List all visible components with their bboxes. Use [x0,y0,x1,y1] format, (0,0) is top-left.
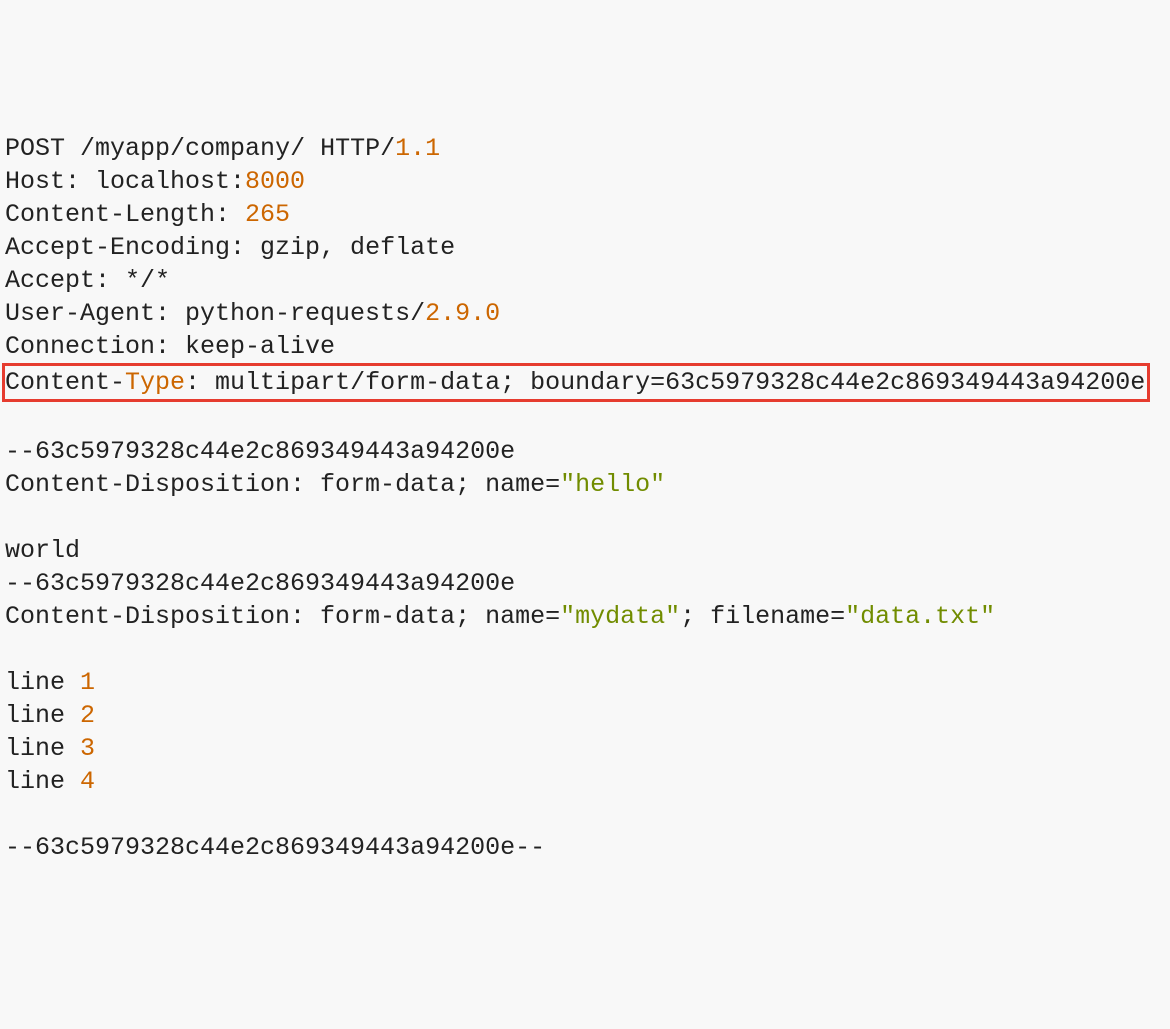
file-line-3: line 3 [5,732,1165,765]
http-request-block: POST /myapp/company/ HTTP/1.1Host: local… [5,132,1165,864]
content-type-prefix: Content- [5,368,125,397]
request-line: POST /myapp/company/ HTTP/1.1 [5,132,1165,165]
line-prefix: line [5,668,80,697]
header-accept-encoding: Accept-Encoding: gzip, deflate [5,231,1165,264]
boundary-1: --63c5979328c44e2c869349443a94200e [5,435,1165,468]
content-type-word: Type [125,368,185,397]
accept-key: Accept: [5,266,125,295]
header-host: Host: localhost:8000 [5,165,1165,198]
file-line-2: line 2 [5,699,1165,732]
blank-line [5,633,1165,666]
cd1-prefix: Content-Disposition: form-data; name= [5,470,560,499]
method: POST [5,134,65,163]
header-accept: Accept: */* [5,264,1165,297]
line-number: 4 [80,767,95,796]
content-length-key: Content-Length: [5,200,245,229]
accept-value: */* [125,266,170,295]
content-disposition-1: Content-Disposition: form-data; name="he… [5,468,1165,501]
user-agent-key: User-Agent: [5,299,185,328]
connection-key: Connection: [5,332,185,361]
cd2-prefix: Content-Disposition: form-data; name= [5,602,560,631]
line-prefix: line [5,701,80,730]
file-line-1: line 1 [5,666,1165,699]
line-prefix: line [5,767,80,796]
user-agent-prefix: python-requests/ [185,299,425,328]
http-label: HTTP/ [320,134,395,163]
http-version: 1.1 [395,134,440,163]
file-line-4: line 4 [5,765,1165,798]
content-disposition-2: Content-Disposition: form-data; name="my… [5,600,1165,633]
content-type-suffix: : multipart/form-data; boundary=63c59793… [185,368,1145,397]
line-number: 1 [80,668,95,697]
line-prefix: line [5,734,80,763]
host-prefix: localhost: [95,167,245,196]
user-agent-version: 2.9.0 [425,299,500,328]
boundary-2: --63c5979328c44e2c869349443a94200e [5,567,1165,600]
accept-encoding-key: Accept-Encoding: [5,233,260,262]
boundary-3: --63c5979328c44e2c869349443a94200e-- [5,831,1165,864]
header-connection: Connection: keep-alive [5,330,1165,363]
host-key: Host: [5,167,95,196]
blank-line [5,402,1165,435]
accept-encoding-value: gzip, deflate [260,233,455,262]
line-number: 3 [80,734,95,763]
header-user-agent: User-Agent: python-requests/2.9.0 [5,297,1165,330]
cd2-filename: "data.txt" [845,602,995,631]
header-content-type-highlighted: Content-Type: multipart/form-data; bound… [5,363,1165,402]
blank-line [5,798,1165,831]
cd1-name: "hello" [560,470,665,499]
header-content-length: Content-Length: 265 [5,198,1165,231]
cd2-middle: ; filename= [680,602,845,631]
path: /myapp/company/ [80,134,305,163]
line-number: 2 [80,701,95,730]
content-length-value: 265 [245,200,290,229]
cd2-name: "mydata" [560,602,680,631]
highlight-box: Content-Type: multipart/form-data; bound… [2,363,1150,402]
blank-line [5,501,1165,534]
part1-value: world [5,534,1165,567]
connection-value: keep-alive [185,332,335,361]
host-port: 8000 [245,167,305,196]
